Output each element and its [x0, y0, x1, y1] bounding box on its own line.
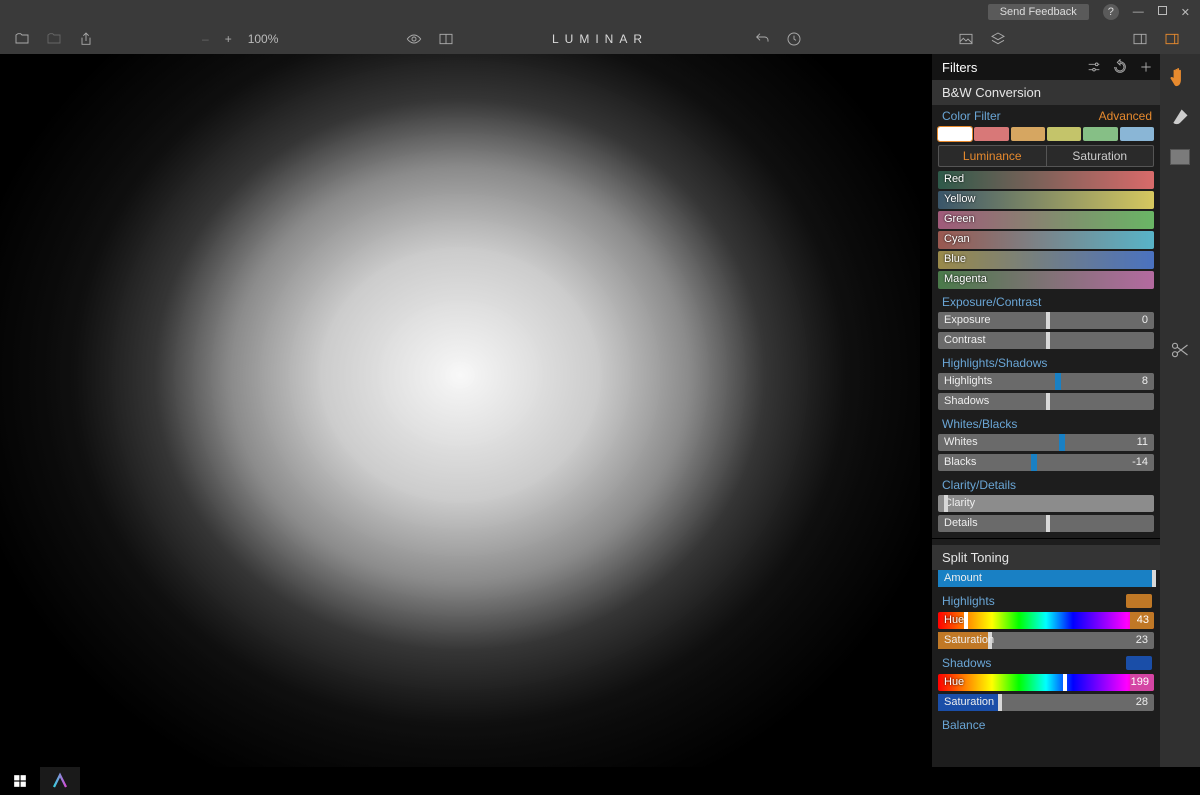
history-icon[interactable] [786, 31, 802, 47]
open-folder-icon[interactable] [14, 31, 30, 47]
luminar-taskbar-icon[interactable] [40, 767, 80, 795]
reset-icon[interactable] [1112, 59, 1128, 75]
main-toolbar: – + 100% LUMINAR [0, 24, 1200, 54]
undo-icon[interactable] [754, 31, 770, 47]
blacks-slider[interactable]: Blacks-14 [938, 454, 1154, 471]
color-swatch-4[interactable] [1083, 127, 1117, 141]
color-filter-subhead: Color Filter Advanced [932, 105, 1160, 127]
bw-section-header[interactable]: B&W Conversion [932, 80, 1160, 105]
layout-split-icon[interactable] [1132, 31, 1148, 47]
advanced-toggle[interactable]: Advanced [1099, 109, 1152, 123]
shadows-saturation-slider[interactable]: Saturation28 [938, 694, 1154, 711]
exposure-slider[interactable]: Exposure0 [938, 312, 1154, 329]
luminance-blue-slider[interactable]: Blue [938, 251, 1154, 269]
split-toning-header[interactable]: Split Toning [932, 545, 1160, 570]
layers-icon[interactable] [990, 31, 1006, 47]
highlights-slider[interactable]: Highlights8 [938, 373, 1154, 390]
color-filter-label: Color Filter [942, 109, 1001, 123]
luminance-magenta-slider[interactable]: Magenta [938, 271, 1154, 289]
help-button[interactable]: ? [1103, 4, 1119, 20]
lum-sat-tabs: Luminance Saturation [938, 145, 1154, 167]
split-highlights-subhead: Highlights [932, 590, 1160, 612]
details-slider[interactable]: Details [938, 515, 1154, 532]
filters-panel: Filters B&W Conversion Color Filter Adva… [932, 54, 1160, 767]
close-button[interactable]: ✕ [1181, 6, 1190, 19]
contrast-slider[interactable]: Contrast [938, 332, 1154, 349]
zoom-level[interactable]: 100% [248, 32, 279, 46]
split-shadows-subhead: Shadows [932, 652, 1160, 674]
exposure-group-title: Exposure/Contrast [932, 291, 1160, 312]
balance-label: Balance [932, 714, 1160, 735]
split-shadows-label: Shadows [942, 656, 991, 670]
compare-view-icon[interactable] [438, 31, 454, 47]
start-button[interactable] [0, 774, 40, 788]
whites-group-title: Whites/Blacks [932, 413, 1160, 434]
minimize-button[interactable]: — [1133, 6, 1144, 18]
layout-panel-icon[interactable] [1164, 31, 1180, 47]
panel-title: Filters [942, 60, 977, 75]
image-canvas[interactable] [0, 54, 920, 767]
luminance-red-slider[interactable]: Red [938, 171, 1154, 189]
clarity-slider[interactable]: Clarity [938, 495, 1154, 512]
shadows-hue-slider[interactable]: Hue199 [938, 674, 1154, 691]
window-titlebar: Send Feedback ? — ✕ [0, 0, 1200, 24]
color-swatch-2[interactable] [1011, 127, 1045, 141]
app-title: LUMINAR [552, 32, 648, 46]
send-feedback-button[interactable]: Send Feedback [988, 4, 1089, 20]
edited-photo [0, 54, 920, 767]
share-icon[interactable] [78, 31, 94, 47]
luminance-yellow-slider[interactable]: Yellow [938, 191, 1154, 209]
add-filter-icon[interactable] [1138, 59, 1154, 75]
highlights-hue-slider[interactable]: Hue43 [938, 612, 1154, 629]
clarity-group-title: Clarity/Details [932, 474, 1160, 495]
color-swatch-1[interactable] [974, 127, 1008, 141]
color-filter-swatches [932, 127, 1160, 145]
tool-strip [1160, 54, 1200, 767]
brush-tool[interactable] [1169, 106, 1191, 128]
whites-slider[interactable]: Whites11 [938, 434, 1154, 451]
color-swatch-5[interactable] [1120, 127, 1154, 141]
highlights-saturation-slider[interactable]: Saturation23 [938, 632, 1154, 649]
maximize-button[interactable] [1158, 6, 1167, 18]
filter-settings-icon[interactable] [1086, 59, 1102, 75]
folder-icon[interactable] [46, 31, 62, 47]
highlights-color-chip[interactable] [1126, 594, 1152, 608]
tab-luminance[interactable]: Luminance [938, 145, 1046, 167]
zoom-out-button[interactable]: – [202, 32, 209, 46]
hand-tool[interactable] [1169, 66, 1191, 88]
luminance-cyan-slider[interactable]: Cyan [938, 231, 1154, 249]
panel-header: Filters [932, 54, 1160, 80]
color-swatch-3[interactable] [1047, 127, 1081, 141]
amount-slider[interactable]: Amount [938, 570, 1154, 587]
image-icon[interactable] [958, 31, 974, 47]
windows-taskbar [0, 767, 1200, 795]
shadows-color-chip[interactable] [1126, 656, 1152, 670]
scissors-tool[interactable] [1169, 339, 1191, 361]
eye-preview-icon[interactable] [406, 31, 422, 47]
zoom-in-button[interactable]: + [225, 32, 232, 46]
tab-saturation[interactable]: Saturation [1046, 145, 1155, 167]
color-swatch-0[interactable] [938, 127, 972, 141]
highlights-group-title: Highlights/Shadows [932, 352, 1160, 373]
shadows-slider[interactable]: Shadows [938, 393, 1154, 410]
color-swatch-tool[interactable] [1169, 146, 1191, 168]
split-highlights-label: Highlights [942, 594, 995, 608]
luminance-green-slider[interactable]: Green [938, 211, 1154, 229]
